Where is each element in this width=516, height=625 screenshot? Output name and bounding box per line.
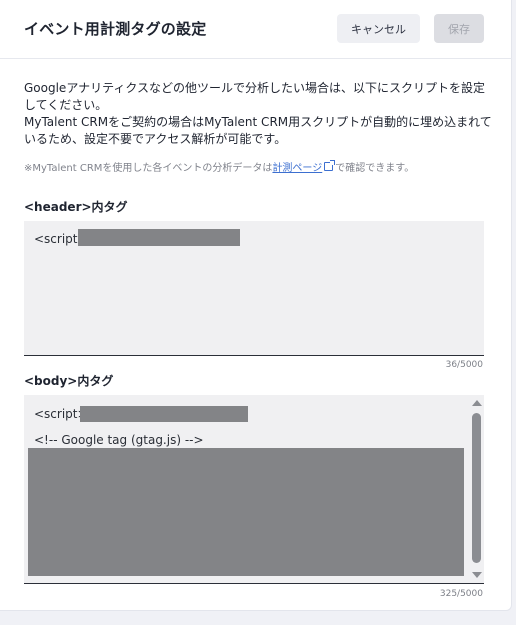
measurement-page-link[interactable]: 計測ページ	[272, 163, 322, 174]
description-line-1: Googleアナリティクスなどの他ツールで分析したい場合は、以下にスクリプトを設…	[24, 81, 485, 112]
note-prefix: ※MyTalent CRMを使用した各イベントの分析データは	[24, 163, 273, 174]
header-tag-label: <header>内タグ	[24, 200, 128, 214]
header-tag-counter: 36/5000	[445, 360, 483, 370]
body-textarea-scrollbar[interactable]	[468, 396, 484, 582]
dialog-title: イベント用計測タグの設定	[24, 20, 207, 38]
body-tag-textarea[interactable]: <script> <!-- Google tag (gtag.js) -->	[24, 395, 484, 584]
description: Googleアナリティクスなどの他ツールで分析したい場合は、以下にスクリプトを設…	[24, 80, 494, 148]
scroll-down-arrow-icon[interactable]	[472, 572, 482, 578]
redacted-body-code	[28, 448, 464, 576]
dialog-header: イベント用計測タグの設定 キャンセル 保存	[0, 0, 512, 59]
scroll-up-arrow-icon[interactable]	[472, 400, 482, 406]
description-line-2: MyTalent CRMをご契約の場合はMyTalent CRM用スクリプトが自…	[24, 115, 492, 146]
body-tag-label: <body>内タグ	[24, 374, 114, 388]
scrollbar-thumb[interactable]	[472, 413, 481, 563]
external-link-icon[interactable]	[324, 160, 336, 171]
note-suffix: で確認できます。	[335, 163, 415, 174]
body-tag-counter: 325/5000	[439, 589, 483, 599]
save-button[interactable]: 保存	[434, 14, 484, 43]
header-tag-textarea[interactable]: <script>	[24, 221, 484, 356]
analytics-note: ※MyTalent CRMを使用した各イベントの分析データは計測ページ で確認でき…	[24, 159, 494, 174]
tag-settings-dialog: イベント用計測タグの設定 キャンセル 保存 Googleアナリティクスなどの他ツ…	[0, 0, 512, 611]
body-code-gtag-comment: <!-- Google tag (gtag.js) -->	[34, 433, 204, 447]
redacted-header-script	[78, 229, 240, 246]
cancel-button[interactable]: キャンセル	[337, 14, 420, 43]
redacted-body-script	[80, 406, 248, 422]
